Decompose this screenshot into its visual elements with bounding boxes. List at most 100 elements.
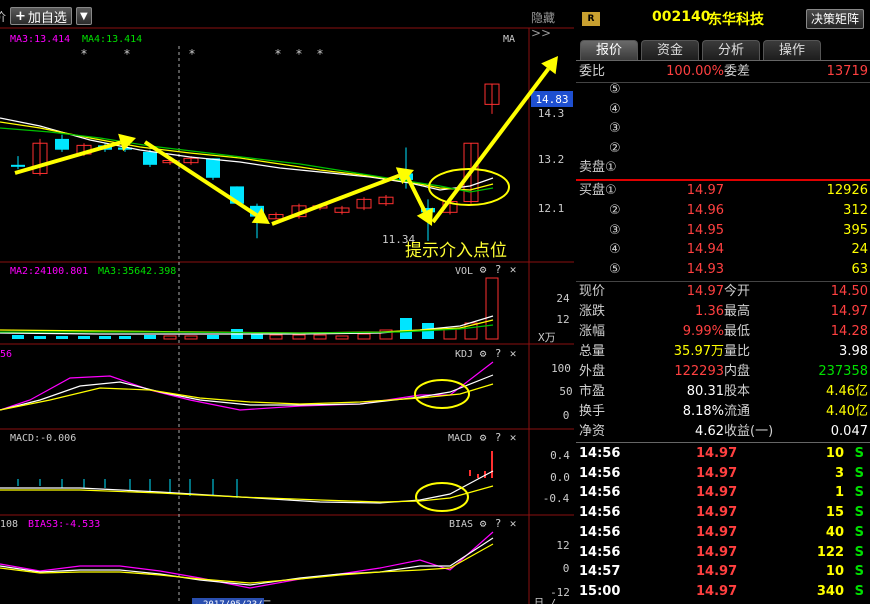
tick-row: 14:56 14.97 3 S xyxy=(576,464,870,484)
bias-left-label: 108 xyxy=(0,519,18,530)
stat-label-2: 股本 xyxy=(724,384,751,399)
vol-ma3-label: MA3:35642.398 xyxy=(98,266,176,277)
axis-tick-main: 13.2 xyxy=(538,153,565,166)
tick-volume: 40 xyxy=(825,524,844,540)
chevron-down-icon: ▼ xyxy=(79,10,88,22)
tick-row: 14:56 14.97 15 S xyxy=(576,503,870,523)
event-marker: * xyxy=(188,47,195,61)
event-marker: * xyxy=(274,47,281,61)
stat-value: 1.36 xyxy=(695,304,724,319)
tab-operation[interactable]: 操作 xyxy=(763,40,821,60)
tick-row: 14:56 14.97 40 S xyxy=(576,523,870,543)
add-watchlist-label: 加自选 xyxy=(27,10,67,26)
tab-funds[interactable]: 资金 xyxy=(641,40,699,60)
stat-row: 总量 35.97万 量比 3.98 xyxy=(576,342,870,362)
buy-price: 14.96 xyxy=(686,202,724,218)
tick-row: 14:56 14.97 1 S xyxy=(576,483,870,503)
stat-label-2: 今开 xyxy=(724,284,751,299)
stat-label: 换手 xyxy=(579,404,606,419)
vol-indicator-name: VOL xyxy=(455,266,473,277)
tick-row: 15:00 14.97 340 S xyxy=(576,582,870,602)
tick-price: 14.97 xyxy=(696,505,738,521)
stat-value-2: 237358 xyxy=(818,364,868,379)
event-marker: * xyxy=(295,47,302,61)
event-marker: * xyxy=(123,47,130,61)
stat-label-2: 内盘 xyxy=(724,364,751,379)
volume-bar-down xyxy=(12,335,24,339)
main-indicator-name: MA xyxy=(503,34,515,45)
axis-tick-main: 12.1 xyxy=(538,202,565,215)
tab-analysis[interactable]: 分析 xyxy=(702,40,760,60)
stat-value-2: 4.46亿 xyxy=(826,384,868,399)
chart-background xyxy=(0,0,574,604)
tick-side: S xyxy=(854,505,864,521)
buy-level-label: ③ xyxy=(609,222,621,238)
axis-tick-vol: 24 xyxy=(556,292,570,305)
bias3-label: BIAS3:-4.533 xyxy=(28,519,100,530)
date-cursor-label: 2017/05/23/二 xyxy=(203,600,272,604)
r-badge: R xyxy=(582,12,600,26)
buy-volume: 63 xyxy=(851,262,868,278)
buy-volume: 24 xyxy=(851,242,868,258)
axis-tick-kdj: 0 xyxy=(563,409,570,422)
tick-volume: 15 xyxy=(825,505,844,521)
tick-price: 14.97 xyxy=(696,544,738,560)
stat-value-2: 14.97 xyxy=(830,304,868,319)
stat-label: 涨幅 xyxy=(579,324,606,339)
gear-icon: ⚙ xyxy=(480,347,487,360)
buy-volume: 395 xyxy=(843,222,868,238)
stat-value-2: 4.40亿 xyxy=(826,404,868,419)
tick-time: 14:56 xyxy=(579,544,621,560)
chart-toolbar: 价 + 加自选 ▼ xyxy=(0,5,92,27)
kline-chart[interactable]: * * * * * * MA3:13.414 MA4:13.414 MA MA2:24100.80… xyxy=(0,0,574,604)
stat-label: 现价 xyxy=(579,284,606,299)
candle-body-down xyxy=(206,158,220,178)
buy-level-label: ④ xyxy=(609,242,621,258)
vol-unit-label: X万 xyxy=(538,331,556,344)
decision-matrix-button[interactable]: 决策矩阵 xyxy=(806,9,864,29)
axis-tick-macd: 0.0 xyxy=(550,471,570,484)
tick-row: 14:56 14.97 10 S xyxy=(576,444,870,464)
stock-name: 东华科技 xyxy=(708,12,764,28)
committee-diff-label: 委差 xyxy=(724,64,751,79)
tick-volume: 10 xyxy=(825,446,844,461)
stat-value-2: 3.98 xyxy=(839,344,868,359)
candle-body-down xyxy=(143,151,157,165)
volume-bar-down xyxy=(99,336,111,339)
buy-price: 14.93 xyxy=(686,262,724,278)
sell-row: 卖盘① xyxy=(576,158,870,178)
stat-label: 净资 xyxy=(579,424,606,439)
event-marker: * xyxy=(316,47,323,61)
buy-volume: 312 xyxy=(843,202,868,218)
watchlist-dropdown-button[interactable]: ▼ xyxy=(75,7,92,25)
tick-row: 14:57 14.97 10 S xyxy=(576,562,870,582)
tick-side: S xyxy=(854,564,864,580)
hide-panel-button[interactable]: 隐藏>> xyxy=(531,9,574,40)
buy-volume: 12926 xyxy=(826,183,868,198)
tick-time: 14:56 xyxy=(579,485,621,501)
gear-icon: ⚙ xyxy=(480,517,487,530)
volume-bar-down xyxy=(119,336,131,339)
stat-value: 80.31 xyxy=(686,384,724,399)
stat-value-2: 0.047 xyxy=(830,424,868,439)
help-icon: ? xyxy=(495,431,502,444)
kline-chart-area[interactable]: * * * * * * MA3:13.414 MA4:13.414 MA MA2:24100.80… xyxy=(0,0,574,604)
tab-quote[interactable]: 报价 xyxy=(580,40,638,60)
sell-row: ③ xyxy=(576,119,870,139)
add-watchlist-button[interactable]: + 加自选 xyxy=(10,7,72,26)
tick-price: 14.97 xyxy=(696,446,738,461)
tick-time: 14:56 xyxy=(579,465,621,481)
close-icon: ✕ xyxy=(510,517,517,530)
committee-ratio-value: 100.00% xyxy=(666,64,724,79)
stat-label-2: 流通 xyxy=(724,404,751,419)
axis-tick-kdj: 100 xyxy=(551,362,571,375)
buy-row: ⑤ 14.93 63 xyxy=(576,260,870,280)
volume-bar-down xyxy=(144,335,156,339)
buy-row: ③ 14.95 395 xyxy=(576,221,870,241)
tick-time: 14:56 xyxy=(579,524,621,540)
close-icon: ✕ xyxy=(510,431,517,444)
buy-level-label: 买盘① xyxy=(579,183,617,198)
help-icon: ? xyxy=(495,263,502,276)
tick-side: S xyxy=(854,446,864,461)
stat-row: 市盈 80.31 股本 4.46亿 xyxy=(576,382,870,402)
